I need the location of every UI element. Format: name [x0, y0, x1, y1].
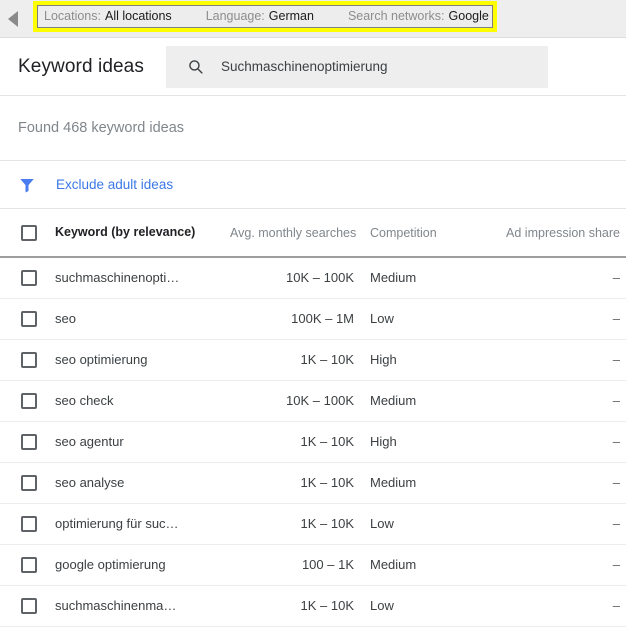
locations-label: Locations:: [44, 10, 101, 23]
row-select-cell: [0, 257, 55, 298]
row-checkbox[interactable]: [21, 557, 37, 573]
table-header: Keyword (by relevance) Avg. monthly sear…: [0, 209, 626, 257]
cell-avg-monthly-searches: 1K – 10K: [230, 421, 370, 462]
cell-ad-impression-share: –: [500, 257, 626, 298]
context-filter-locations[interactable]: Locations: All locations: [44, 10, 172, 23]
select-all-cell: [0, 209, 55, 257]
row-checkbox[interactable]: [21, 516, 37, 532]
row-select-cell: [0, 339, 55, 380]
column-header-avg-monthly-searches[interactable]: Avg. monthly searches: [230, 209, 370, 257]
cell-competition: Medium: [370, 544, 500, 585]
row-select-cell: [0, 585, 55, 626]
cell-competition: Low: [370, 585, 500, 626]
cell-keyword: seo optimierung: [55, 339, 230, 380]
column-header-ad-impression-share[interactable]: Ad impression share: [500, 209, 626, 257]
table-row[interactable]: google optimierung 100 – 1K Medium –: [0, 544, 626, 585]
table-row[interactable]: optimierung für suc… 1K – 10K Low –: [0, 503, 626, 544]
language-value: German: [269, 10, 314, 23]
cell-avg-monthly-searches: 100K – 1M: [230, 298, 370, 339]
exclude-adult-ideas-link[interactable]: Exclude adult ideas: [56, 177, 173, 192]
row-select-cell: [0, 462, 55, 503]
cell-ad-impression-share: –: [500, 585, 626, 626]
results-count-text: Found 468 keyword ideas: [18, 120, 184, 136]
context-filters-bar: Locations: All locations Language: Germa…: [37, 5, 493, 28]
row-checkbox[interactable]: [21, 311, 37, 327]
row-checkbox[interactable]: [21, 352, 37, 368]
table-row[interactable]: seo 100K – 1M Low –: [0, 298, 626, 339]
cell-avg-monthly-searches: 10K – 100K: [230, 380, 370, 421]
locations-value: All locations: [105, 10, 172, 23]
table-row[interactable]: seo optimierung 1K – 10K High –: [0, 339, 626, 380]
select-all-checkbox[interactable]: [21, 225, 37, 241]
cell-competition: Medium: [370, 380, 500, 421]
row-select-cell: [0, 544, 55, 585]
cell-avg-monthly-searches: 1K – 10K: [230, 462, 370, 503]
context-filter-language[interactable]: Language: German: [206, 10, 314, 23]
table-row[interactable]: suchmaschinenopti… 10K – 100K Medium –: [0, 257, 626, 298]
search-input[interactable]: [221, 59, 521, 74]
table-row[interactable]: suchmaschinenma… 1K – 10K Low –: [0, 585, 626, 626]
keyword-ideas-table: Keyword (by relevance) Avg. monthly sear…: [0, 209, 626, 627]
cell-keyword: suchmaschinenma…: [55, 585, 230, 626]
funnel-icon[interactable]: [18, 176, 36, 194]
cell-keyword: seo check: [55, 380, 230, 421]
cell-ad-impression-share: –: [500, 339, 626, 380]
cell-competition: Medium: [370, 257, 500, 298]
row-checkbox[interactable]: [21, 475, 37, 491]
cell-competition: Medium: [370, 462, 500, 503]
search-networks-label: Search networks:: [348, 10, 445, 23]
row-checkbox[interactable]: [21, 393, 37, 409]
cell-keyword: seo analyse: [55, 462, 230, 503]
row-select-cell: [0, 503, 55, 544]
cell-keyword: suchmaschinenopti…: [55, 257, 230, 298]
cell-ad-impression-share: –: [500, 298, 626, 339]
table-row[interactable]: seo agentur 1K – 10K High –: [0, 421, 626, 462]
cell-avg-monthly-searches: 1K – 10K: [230, 339, 370, 380]
cell-avg-monthly-searches: 100 – 1K: [230, 544, 370, 585]
cell-ad-impression-share: –: [500, 380, 626, 421]
filter-bar: Exclude adult ideas: [0, 161, 626, 209]
cell-ad-impression-share: –: [500, 503, 626, 544]
context-filters-highlight: Locations: All locations Language: Germa…: [33, 1, 497, 32]
cell-ad-impression-share: –: [500, 421, 626, 462]
row-select-cell: [0, 421, 55, 462]
cell-competition: Low: [370, 298, 500, 339]
cell-avg-monthly-searches: 10K – 100K: [230, 257, 370, 298]
cell-competition: Low: [370, 503, 500, 544]
table-row[interactable]: seo analyse 1K – 10K Medium –: [0, 462, 626, 503]
cell-competition: High: [370, 339, 500, 380]
column-header-keyword[interactable]: Keyword (by relevance): [55, 209, 230, 257]
cell-keyword: optimierung für suc…: [55, 503, 230, 544]
cell-keyword: google optimierung: [55, 544, 230, 585]
cell-keyword: seo: [55, 298, 230, 339]
row-checkbox[interactable]: [21, 598, 37, 614]
cell-ad-impression-share: –: [500, 462, 626, 503]
cell-avg-monthly-searches: 1K – 10K: [230, 585, 370, 626]
context-filter-search-networks[interactable]: Search networks: Google: [348, 10, 489, 23]
language-label: Language:: [206, 10, 265, 23]
cell-ad-impression-share: –: [500, 544, 626, 585]
results-count-bar: Found 468 keyword ideas: [0, 96, 626, 161]
cell-avg-monthly-searches: 1K – 10K: [230, 503, 370, 544]
context-toolbar: Locations: All locations Language: Germa…: [0, 0, 626, 38]
row-checkbox[interactable]: [21, 434, 37, 450]
table-header-row: Keyword (by relevance) Avg. monthly sear…: [0, 209, 626, 257]
search-icon: [187, 58, 204, 75]
cell-competition: High: [370, 421, 500, 462]
table-body: suchmaschinenopti… 10K – 100K Medium – s…: [0, 257, 626, 626]
back-arrow-icon[interactable]: [8, 11, 18, 27]
search-networks-value: Google: [449, 10, 489, 23]
page-header: Keyword ideas: [0, 38, 626, 96]
row-select-cell: [0, 380, 55, 421]
keyword-search-box[interactable]: [166, 46, 548, 88]
page-title: Keyword ideas: [18, 56, 144, 78]
table-row[interactable]: seo check 10K – 100K Medium –: [0, 380, 626, 421]
cell-keyword: seo agentur: [55, 421, 230, 462]
column-header-competition[interactable]: Competition: [370, 209, 500, 257]
row-checkbox[interactable]: [21, 270, 37, 286]
row-select-cell: [0, 298, 55, 339]
